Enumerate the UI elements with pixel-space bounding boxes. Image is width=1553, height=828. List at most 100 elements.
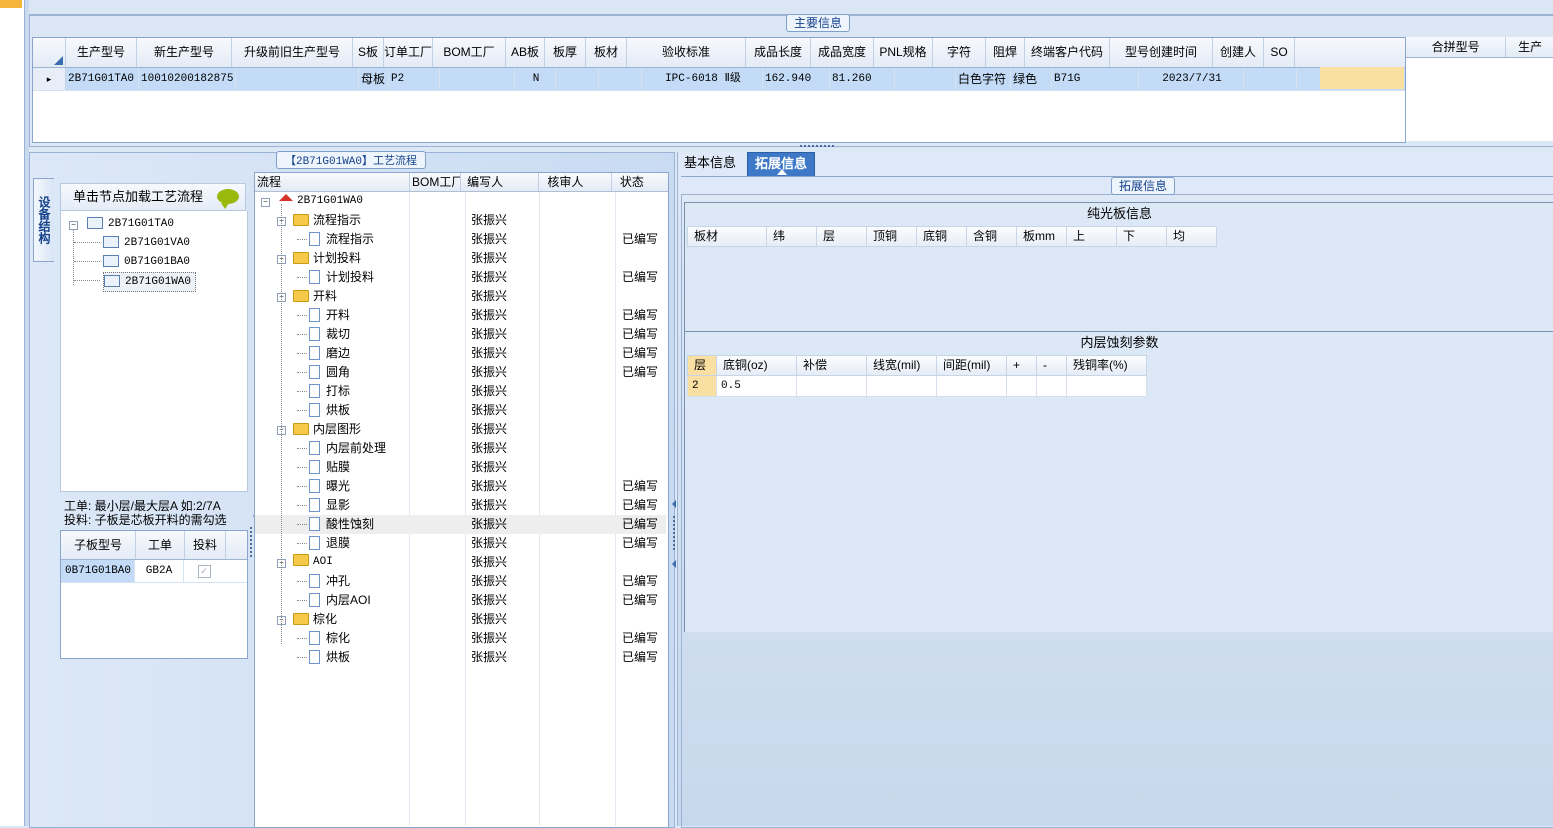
column-header[interactable]: 含铜 [967, 226, 1017, 247]
table-row[interactable]: 2 0.5 [687, 376, 1147, 397]
process-tree-row[interactable]: 烘板 张振兴 [255, 401, 666, 420]
process-tree-row[interactable]: AOI − 张振兴 [255, 553, 666, 572]
column-header[interactable]: AB板 [506, 38, 545, 67]
column-header[interactable]: SO [1264, 38, 1295, 67]
collapse-icon[interactable] [672, 560, 676, 568]
tree-node[interactable]: 2B71G01TA0 [87, 215, 174, 233]
process-tree-row[interactable]: 内层AOI 张振兴 已编写 [255, 591, 666, 610]
process-tree-row[interactable]: 磨边 张振兴 已编写 [255, 344, 666, 363]
column-header[interactable]: 底铜 [917, 226, 967, 247]
column-header[interactable]: 创建人 [1213, 38, 1264, 67]
process-tree-row[interactable]: 内层图形 − 张振兴 [255, 420, 666, 439]
table-cell[interactable]: N [515, 68, 556, 90]
column-header[interactable]: 线宽(mil) [867, 355, 937, 376]
table-cell[interactable]: P2 [389, 68, 440, 90]
column-header[interactable]: 订单工厂 [384, 38, 433, 67]
table-cell[interactable]: B71G [1052, 68, 1139, 90]
column-header[interactable]: 板材 [586, 38, 627, 67]
table-cell[interactable]: 绿色 [1011, 68, 1052, 90]
column-header[interactable]: 阻焊 [986, 38, 1025, 67]
column-header[interactable]: 间距(mil) [937, 355, 1007, 376]
table-cell[interactable] [867, 376, 937, 397]
table-cell[interactable] [1037, 376, 1067, 397]
table-cell[interactable] [1067, 376, 1147, 397]
column-header[interactable]: BOM工厂 [433, 38, 506, 67]
table-cell[interactable] [440, 68, 515, 90]
table-cell[interactable] [797, 376, 867, 397]
table-cell[interactable]: 0.5 [717, 376, 797, 397]
table-cell[interactable] [937, 376, 1007, 397]
process-tree-row[interactable]: 贴膜 张振兴 [255, 458, 666, 477]
tree-node[interactable]: 2B71G01VA0 [103, 234, 190, 252]
process-tree-row[interactable]: 2B71G01WA0 − [255, 192, 666, 211]
column-header[interactable]: 上 [1067, 226, 1117, 247]
column-header[interactable]: 板厚 [545, 38, 586, 67]
table-row[interactable]: ▸ 2B71G01TA0 10010200182875 母板 P2 N IPC-6018 … [33, 68, 1405, 91]
column-header[interactable]: 验收标准 [627, 38, 746, 67]
node-tree[interactable]: − 2B71G01TA0 2B71G01VA0 0B71G01BA0 2B71G… [60, 211, 248, 492]
table-cell[interactable]: 81.260 [830, 68, 895, 90]
column-header[interactable]: 补偿 [797, 355, 867, 376]
column-header[interactable]: 下 [1117, 226, 1167, 247]
tree-node[interactable]: 0B71G01BA0 [103, 253, 190, 271]
column-header[interactable]: 板材 [687, 226, 767, 247]
column-header[interactable]: 升级前旧生产型号 [232, 38, 353, 67]
process-tree-row[interactable]: 计划投料 − 张振兴 [255, 249, 666, 268]
collapse-icon[interactable] [672, 500, 676, 508]
process-tree[interactable]: 流程 BOM工厂 编写人 核审人 状态 2B71G01WA0 − 流程指示 − 张振兴流… [254, 172, 669, 828]
table-cell[interactable] [599, 68, 642, 90]
process-tree-row[interactable]: 流程指示 张振兴 已编写 [255, 230, 666, 249]
table-row[interactable]: 0B71G01BA0 GB2A ✓ [61, 560, 247, 583]
table-cell[interactable]: 母板 [359, 68, 389, 90]
column-header[interactable]: 顶铜 [867, 226, 917, 247]
inner-etch-table[interactable]: 层底铜(oz) 补偿 线宽(mil) 间距(mil) + - 残铜率(%) 2 0.5 [687, 355, 1147, 397]
column-header[interactable]: PNL规格 [874, 38, 933, 67]
process-tree-row[interactable]: 开料 − 张振兴 [255, 287, 666, 306]
table-cell[interactable] [556, 68, 599, 90]
table-cell[interactable]: 2023/7/31 [1139, 68, 1244, 90]
process-tree-row[interactable]: 显影 张振兴 已编写 [255, 496, 666, 515]
column-header[interactable]: 生产型号 [66, 38, 137, 67]
column-header[interactable]: 底铜(oz) [717, 355, 797, 376]
column-header[interactable]: 终端客户代码 [1025, 38, 1110, 67]
table-cell[interactable] [236, 68, 359, 90]
process-tree-row[interactable]: 开料 张振兴 已编写 [255, 306, 666, 325]
column-header[interactable]: 残铜率(%) [1067, 355, 1147, 376]
table-cell[interactable] [1007, 376, 1037, 397]
table-cell[interactable]: 162.940 [763, 68, 830, 90]
process-tree-row[interactable]: 打标 张振兴 [255, 382, 666, 401]
table-cell[interactable]: 白色字符 [956, 68, 1011, 90]
column-header[interactable]: 板mm [1017, 226, 1067, 247]
device-structure-tab[interactable]: 设备结构 [33, 178, 54, 262]
column-header[interactable]: 层 [687, 355, 717, 376]
feed-checkbox[interactable]: ✓ [184, 560, 224, 582]
process-tree-row[interactable]: 计划投料 张振兴 已编写 [255, 268, 666, 287]
column-header[interactable]: 纬 [767, 226, 817, 247]
table-cell[interactable] [895, 68, 956, 90]
splitter-grip[interactable] [800, 145, 834, 150]
process-tree-row[interactable]: 棕化 张振兴 已编写 [255, 629, 666, 648]
process-tree-row[interactable]: 烘板 张振兴 已编写 [255, 648, 666, 667]
main-info-grid[interactable]: 生产型号 新生产型号 升级前旧生产型号 S板 订单工厂 BOM工厂 AB板 板厚 板材 验收标准成… [32, 37, 1406, 143]
process-tree-row[interactable]: 冲孔 张振兴 已编写 [255, 572, 666, 591]
collapse-icon[interactable]: − [69, 221, 78, 230]
table-cell[interactable]: 10010200182875 [139, 68, 236, 90]
column-header[interactable]: 型号创建时间 [1110, 38, 1213, 67]
column-header[interactable]: 成品长度 [746, 38, 811, 67]
process-tree-row[interactable]: 曝光 张振兴 已编写 [255, 477, 666, 496]
column-header[interactable]: 新生产型号 [137, 38, 232, 67]
process-tree-row[interactable]: 棕化 − 张振兴 [255, 610, 666, 629]
collapse-icon[interactable]: − [261, 198, 270, 207]
process-tree-row[interactable]: 内层前处理 张振兴 [255, 439, 666, 458]
column-header[interactable]: 字符 [933, 38, 986, 67]
table-cell[interactable]: 2 [687, 376, 717, 397]
process-tree-row[interactable]: 酸性蚀刻 张振兴 已编写 [255, 515, 666, 534]
process-tree-row[interactable]: 流程指示 − 张振兴 [255, 211, 666, 230]
table-cell[interactable] [1244, 68, 1297, 90]
tree-node-selected[interactable]: 2B71G01WA0 [103, 272, 197, 292]
window-tab-marker[interactable] [0, 0, 22, 8]
sub-board-grid[interactable]: 子板型号 工单 投料 0B71G01BA0 GB2A ✓ [60, 530, 248, 659]
column-header[interactable]: + [1007, 355, 1037, 376]
column-header[interactable]: - [1037, 355, 1067, 376]
process-tree-row[interactable]: 裁切 张振兴 已编写 [255, 325, 666, 344]
